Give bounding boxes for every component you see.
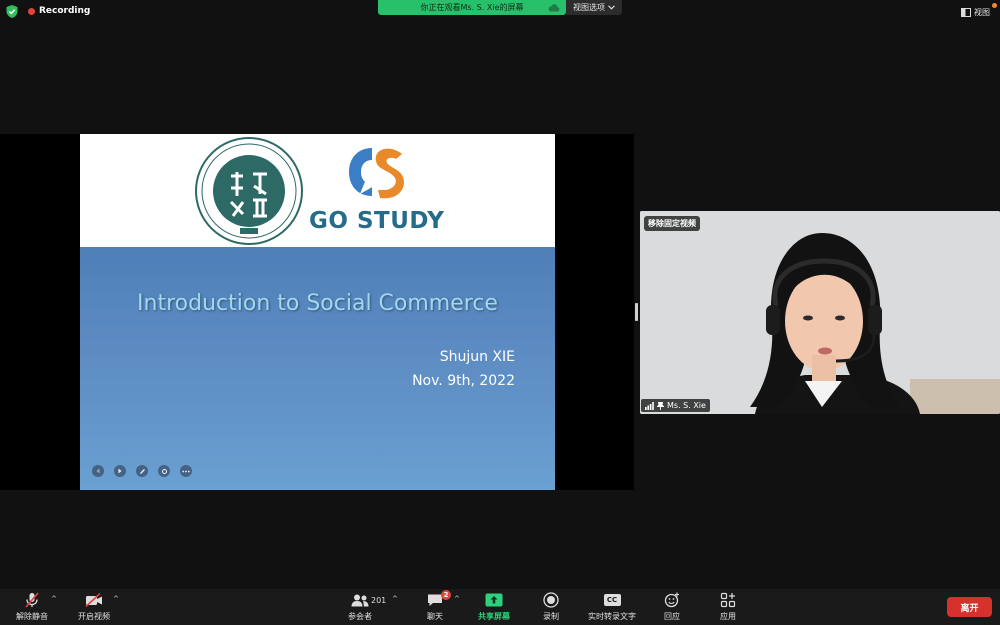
live-transcript-button[interactable]: CC 实时转录文字 <box>582 592 642 622</box>
share-screen-label: 共享屏幕 <box>478 612 510 621</box>
previous-slide-button[interactable] <box>92 465 104 477</box>
chevron-down-icon <box>608 5 615 10</box>
college-seal-logo <box>195 137 303 245</box>
view-options-label: 视图选项 <box>573 3 605 12</box>
view-layout-icon <box>961 8 971 17</box>
share-banner-text: 你正在观看Ms. S. Xie的屏幕 <box>420 3 524 12</box>
recording-label: Recording <box>39 6 91 16</box>
record-label: 录制 <box>543 612 559 621</box>
screen-share-banner: 你正在观看Ms. S. Xie的屏幕 <box>378 0 566 15</box>
security-shield-icon[interactable] <box>6 5 18 18</box>
start-video-label: 开启视频 <box>78 612 110 621</box>
unpin-video-badge[interactable]: 移除固定视频 <box>644 216 700 231</box>
zoom-tool-button[interactable] <box>158 465 170 477</box>
view-label: 视图 <box>974 8 990 17</box>
slideshow-toolbar <box>92 465 192 477</box>
notification-dot <box>992 3 997 8</box>
reactions-label: 回应 <box>664 612 680 621</box>
cloud-icon <box>548 4 560 12</box>
smiley-reaction-icon <box>664 592 679 608</box>
panel-resize-handle[interactable] <box>635 303 638 321</box>
next-slide-button[interactable] <box>114 465 126 477</box>
unmute-label: 解除静音 <box>16 612 48 621</box>
apps-label: 应用 <box>720 612 736 621</box>
participant-name-tag: Ms. S. Xie <box>641 399 710 412</box>
audio-options-caret-icon[interactable]: ^ <box>51 595 57 603</box>
record-button[interactable]: 录制 <box>521 592 581 622</box>
view-options-dropdown[interactable]: 视图选项 <box>566 0 622 15</box>
go-study-logo-icon <box>349 148 404 199</box>
speaker-video-image <box>640 211 1000 414</box>
recording-dot-icon <box>28 7 35 15</box>
participants-options-caret-icon[interactable]: ^ <box>392 595 398 603</box>
apps-icon <box>720 592 736 608</box>
slide-title: Introduction to Social Commerce <box>137 291 498 316</box>
previous-icon <box>96 468 100 474</box>
meeting-top-bar: Recording 你正在观看Ms. S. Xie的屏幕 视图选项 视图 <box>0 0 1000 24</box>
pen-tool-button[interactable] <box>136 465 148 477</box>
more-icon <box>182 470 190 472</box>
participants-button[interactable]: 201 参会者 <box>330 592 390 622</box>
chat-unread-badge: 2 <box>441 590 451 600</box>
meeting-controls-toolbar: 解除静音 ^ 开启视频 ^ 201 参会者 ^ 2 聊天 ^ 共享屏幕 录制 C… <box>0 589 1000 625</box>
signal-strength-icon <box>645 401 654 410</box>
view-button[interactable]: 视图 <box>961 7 990 18</box>
participants-label: 参会者 <box>348 612 372 621</box>
pin-icon <box>657 401 664 410</box>
record-icon <box>543 592 559 608</box>
pen-icon <box>139 468 145 474</box>
slide-header: GO STUDY <box>80 134 555 247</box>
reactions-button[interactable]: 回应 <box>642 592 702 622</box>
slide-date: Nov. 9th, 2022 <box>412 373 515 389</box>
share-screen-icon <box>485 593 503 607</box>
participants-count: 201 <box>371 596 387 605</box>
chat-label: 聊天 <box>427 612 443 621</box>
leave-meeting-button[interactable]: 离开 <box>947 597 992 617</box>
live-transcript-label: 实时转录文字 <box>588 612 636 621</box>
participant-video[interactable]: 移除固定视频 Ms. S. Xie <box>640 211 1000 414</box>
play-icon <box>118 468 122 474</box>
zoom-icon <box>161 468 167 474</box>
video-options-caret-icon[interactable]: ^ <box>113 595 119 603</box>
presentation-slide: GO STUDY Introduction to Social Commerce… <box>80 134 555 490</box>
video-off-icon <box>85 593 102 607</box>
go-study-brand-text: GO STUDY <box>309 208 445 234</box>
more-options-button[interactable] <box>180 465 192 477</box>
share-screen-button[interactable]: 共享屏幕 <box>464 592 524 622</box>
shared-screen-area: GO STUDY Introduction to Social Commerce… <box>0 134 634 490</box>
muted-microphone-icon <box>25 592 39 608</box>
slide-author: Shujun XIE <box>439 349 515 365</box>
closed-captions-icon: CC <box>603 594 621 606</box>
chat-options-caret-icon[interactable]: ^ <box>454 595 460 603</box>
recording-indicator[interactable]: Recording <box>28 6 90 16</box>
apps-button[interactable]: 应用 <box>698 592 758 622</box>
participants-icon <box>351 594 369 606</box>
participant-name: Ms. S. Xie <box>667 401 706 410</box>
slide-body: Introduction to Social Commerce Shujun X… <box>80 247 555 490</box>
